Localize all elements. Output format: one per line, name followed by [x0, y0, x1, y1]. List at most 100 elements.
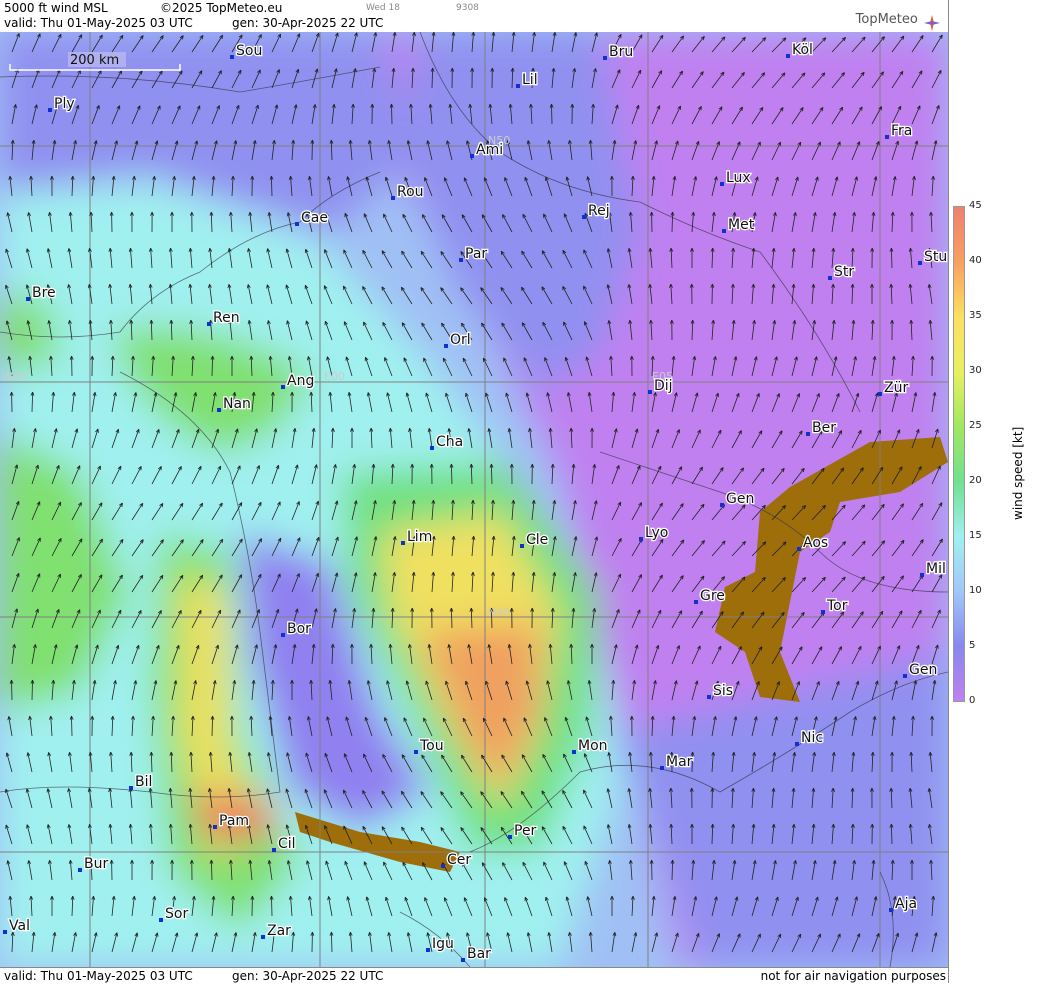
city-dot [78, 868, 82, 872]
city-label: Sor [165, 906, 188, 922]
city-dot [26, 297, 30, 301]
city-dot [828, 276, 832, 280]
city-label: Tor [826, 598, 848, 614]
brand-name: TopMeteo [855, 12, 918, 27]
city-dot [401, 541, 405, 545]
city-marker: Nan [217, 395, 252, 413]
city-label: Zar [267, 923, 291, 939]
city-dot [720, 503, 724, 507]
footer-disclaimer: not for air navigation purposes [760, 969, 946, 983]
city-dot [648, 390, 652, 394]
city-dot [230, 55, 234, 59]
city-label: Bar [467, 946, 491, 962]
grid-label-e00: E00 [324, 370, 345, 383]
city-label: Zür [884, 380, 908, 396]
city-dot [470, 154, 474, 158]
city-label: Cle [526, 532, 548, 548]
legend-tick: 40 [969, 255, 982, 266]
city-label: Rou [397, 184, 424, 200]
city-label: Sis [713, 683, 733, 699]
city-dot [520, 544, 524, 548]
gen-time: gen: 30-Apr-2025 22 UTC [232, 16, 384, 30]
legend-tick: 25 [969, 420, 982, 431]
city-dot [786, 54, 790, 58]
city-label: Bil [135, 774, 152, 790]
legend-title: wind speed [kt] [1011, 426, 1025, 520]
map-footer: valid: Thu 01-May-2025 03 UTC gen: 30-Ap… [0, 967, 948, 984]
city-dot [207, 322, 211, 326]
footer-gen: gen: 30-Apr-2025 22 UTC [232, 969, 384, 983]
city-dot [430, 446, 434, 450]
city-label: Met [728, 217, 755, 233]
wind-map[interactable]: N50 N45 W05 E00 E05 200 km SouLilBru KölP… [0, 32, 948, 967]
legend-tick: 35 [969, 310, 982, 321]
city-label: Igu [432, 936, 454, 952]
city-dot [582, 215, 586, 219]
city-label: Orl [450, 332, 471, 348]
city-label: Pam [219, 813, 249, 829]
city-label: Ply [54, 96, 75, 112]
city-dot [159, 918, 163, 922]
city-label: Lil [522, 72, 538, 88]
footer-valid: valid: Thu 01-May-2025 03 UTC [4, 969, 193, 983]
city-label: Lim [407, 529, 432, 545]
city-dot [660, 766, 664, 770]
city-dot [885, 135, 889, 139]
city-dot [461, 958, 465, 962]
city-dot [459, 258, 463, 262]
city-dot [920, 573, 924, 577]
legend-tick: 15 [969, 530, 982, 541]
city-dot [48, 108, 52, 112]
city-label: Bur [84, 856, 108, 872]
city-dot [281, 385, 285, 389]
city-marker: Mon [572, 737, 609, 755]
city-dot [391, 196, 395, 200]
city-dot [572, 750, 576, 754]
city-dot [3, 930, 7, 934]
city-dot [639, 537, 643, 541]
city-label: Ang [287, 373, 314, 389]
city-label: Gen [726, 491, 754, 507]
grid-label-n45: N45 [488, 606, 510, 619]
city-label: Ber [812, 420, 836, 436]
city-dot [281, 633, 285, 637]
city-dot [707, 695, 711, 699]
scale-bar-label: 200 km [70, 53, 119, 68]
city-dot [129, 786, 133, 790]
city-label: Bru [609, 44, 633, 60]
city-dot [795, 742, 799, 746]
city-label: Nan [223, 396, 251, 412]
city-label: Gre [700, 588, 725, 604]
city-label: Cil [278, 836, 296, 852]
map-header: 5000 ft wind MSL ©2025 TopMeteo.eu Wed 1… [0, 0, 948, 33]
city-label: Aos [803, 535, 828, 551]
city-dot [508, 835, 512, 839]
city-dot [441, 864, 445, 868]
city-label: Ami [476, 142, 503, 158]
city-dot [295, 222, 299, 226]
city-dot [603, 56, 607, 60]
product-title: 5000 ft wind MSL [4, 1, 108, 15]
legend-color-bar [953, 206, 965, 702]
code-label: 9308 [456, 3, 479, 13]
city-label: Stu [924, 249, 947, 265]
city-label: Aja [895, 896, 917, 912]
city-label: Str [834, 264, 854, 280]
legend-tick: 10 [969, 585, 982, 596]
grid-label-w05: W05 [2, 370, 27, 383]
city-label: Nic [801, 730, 823, 746]
city-label: Rej [588, 203, 610, 219]
city-dot [722, 229, 726, 233]
legend-tick: 30 [969, 365, 982, 376]
city-dot [272, 848, 276, 852]
valid-time: valid: Thu 01-May-2025 03 UTC [4, 16, 193, 30]
city-label: Mar [666, 754, 693, 770]
city-dot [720, 182, 724, 186]
city-label: Bor [287, 621, 311, 637]
color-legend: 45 40 35 30 25 20 15 10 5 0 wind speed [kt] [948, 0, 1039, 983]
city-dot [516, 84, 520, 88]
city-label: Fra [891, 123, 912, 139]
city-label: Bre [32, 285, 56, 301]
city-label: Ren [213, 310, 240, 326]
day-label: Wed 18 [366, 3, 400, 13]
